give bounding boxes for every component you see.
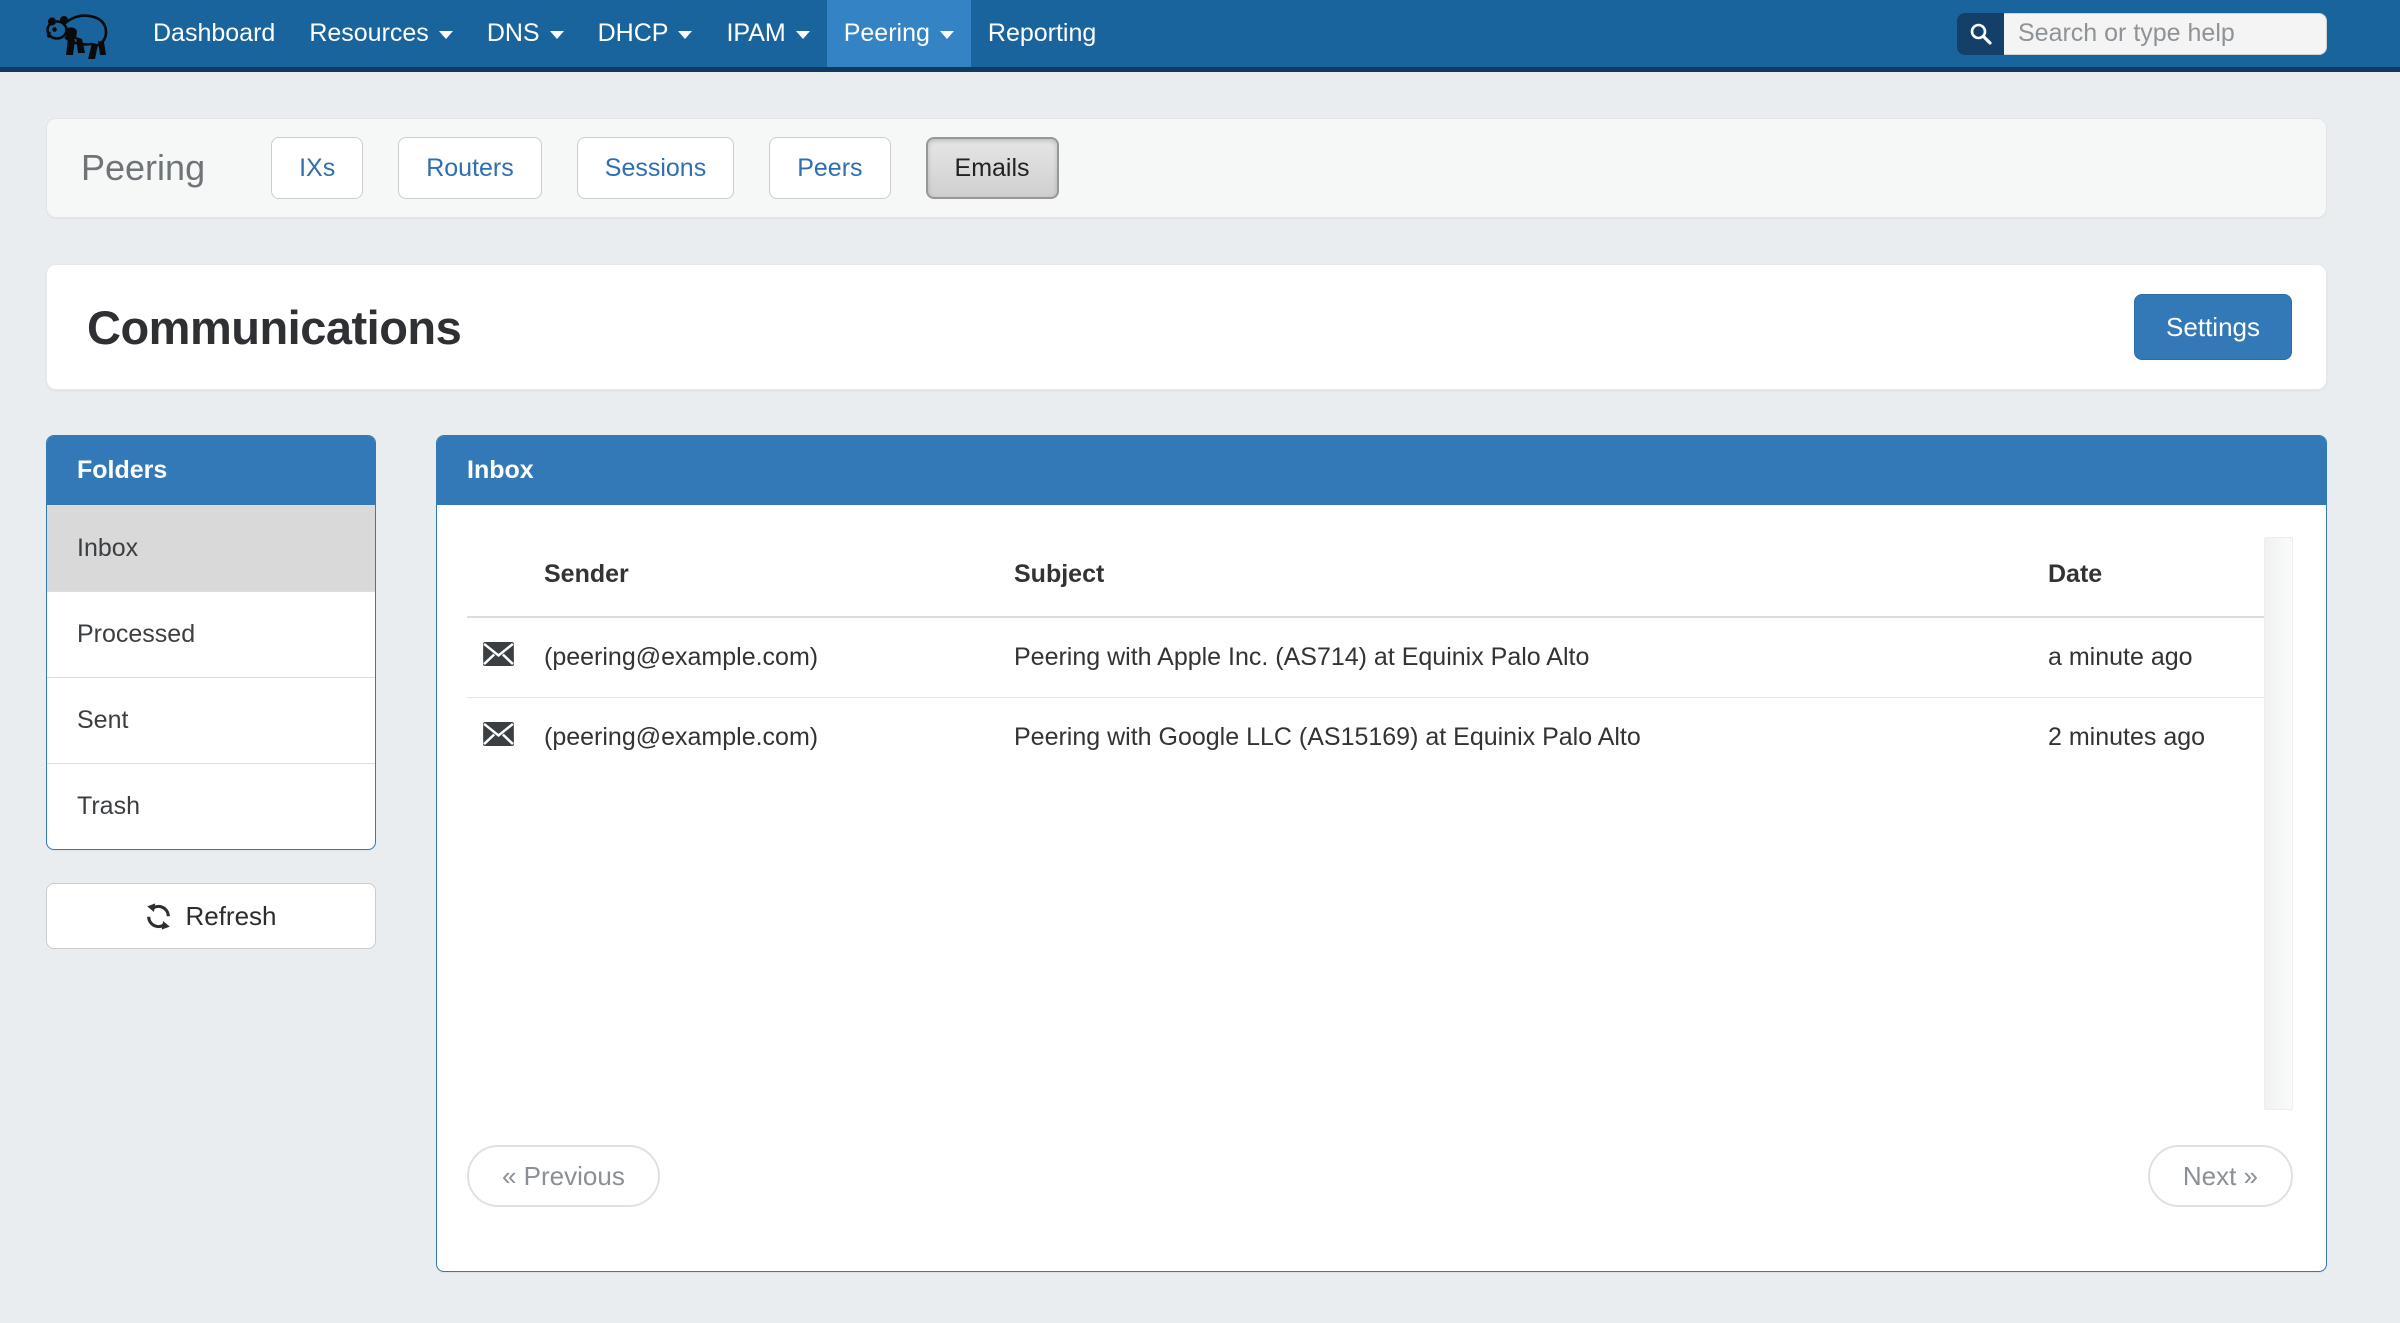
chevron-down-icon [550,31,564,39]
cell-subject[interactable]: Peering with Google LLC (AS15169) at Equ… [1014,698,2048,778]
nav-dashboard[interactable]: Dashboard [136,0,292,67]
column-header-icon [467,537,544,617]
peering-subnav: Peering IXs Routers Sessions Peers Email… [46,118,2327,218]
nav-ipam[interactable]: IPAM [709,0,826,67]
chevron-down-icon [796,31,810,39]
table-row[interactable]: (peering@example.com) Peering with Googl… [467,698,2264,778]
nav-resources[interactable]: Resources [292,0,470,67]
page-title: Communications [87,300,461,355]
search-input[interactable] [2004,13,2327,55]
folder-item-sent[interactable]: Sent [47,677,375,763]
nav-reporting[interactable]: Reporting [971,0,1113,67]
folder-item-inbox[interactable]: Inbox [47,505,375,591]
table-row[interactable]: (peering@example.com) Peering with Apple… [467,617,2264,698]
inbox-panel-header: Inbox [437,436,2326,505]
envelope-icon [483,642,514,666]
folder-item-processed[interactable]: Processed [47,591,375,677]
inbox-panel: Inbox Sender Subject Date [436,435,2327,1272]
search-icon [1968,21,1994,47]
folders-panel: Folders Inbox Processed Sent Trash [46,435,376,850]
tab-emails[interactable]: Emails [926,137,1059,199]
tab-ixs[interactable]: IXs [271,137,363,199]
next-page-button[interactable]: Next » [2148,1145,2293,1207]
subnav-title: Peering [81,147,205,189]
chevron-down-icon [940,31,954,39]
nav-dns[interactable]: DNS [470,0,581,67]
cell-subject[interactable]: Peering with Apple Inc. (AS714) at Equin… [1014,617,2048,698]
folder-item-trash[interactable]: Trash [47,763,375,849]
tab-routers[interactable]: Routers [398,137,542,199]
inbox-table-wrap: Sender Subject Date [467,537,2293,1110]
table-scrollbar[interactable] [2264,537,2293,1110]
pagination: « Previous Next » [467,1145,2293,1207]
column-header-subject: Subject [1014,537,2048,617]
tab-peers[interactable]: Peers [769,137,890,199]
inbox-table: Sender Subject Date [467,537,2264,777]
cell-date[interactable]: 2 minutes ago [2048,698,2264,778]
cell-sender[interactable]: (peering@example.com) [544,617,1014,698]
chevron-down-icon [678,31,692,39]
folders-panel-header: Folders [47,436,375,505]
column-header-date: Date [2048,537,2264,617]
page-content: Peering IXs Routers Sessions Peers Email… [46,118,2327,1272]
top-navbar: Dashboard Resources DNS DHCP IPAM Peerin… [0,0,2400,72]
settings-button[interactable]: Settings [2134,294,2292,360]
main-area: Folders Inbox Processed Sent Trash Refre… [46,435,2327,1272]
main-menu: Dashboard Resources DNS DHCP IPAM Peerin… [136,0,1113,67]
nav-peering[interactable]: Peering [827,0,971,67]
envelope-icon [483,722,514,746]
chevron-down-icon [439,31,453,39]
cell-sender[interactable]: (peering@example.com) [544,698,1014,778]
refresh-label: Refresh [185,901,276,932]
inbox-body: Sender Subject Date [437,505,2326,1271]
refresh-icon [145,903,172,930]
table-header-row: Sender Subject Date [467,537,2264,617]
column-header-sender: Sender [544,537,1014,617]
previous-page-button[interactable]: « Previous [467,1145,660,1207]
panda-logo-icon[interactable] [40,0,114,67]
search-button[interactable] [1957,13,2004,55]
refresh-button[interactable]: Refresh [46,883,376,949]
tab-sessions[interactable]: Sessions [577,137,734,199]
folders-column: Folders Inbox Processed Sent Trash Refre… [46,435,376,949]
cell-date[interactable]: a minute ago [2048,617,2264,698]
global-search [1957,13,2327,55]
page-header-card: Communications Settings [46,264,2327,390]
nav-dhcp[interactable]: DHCP [581,0,710,67]
